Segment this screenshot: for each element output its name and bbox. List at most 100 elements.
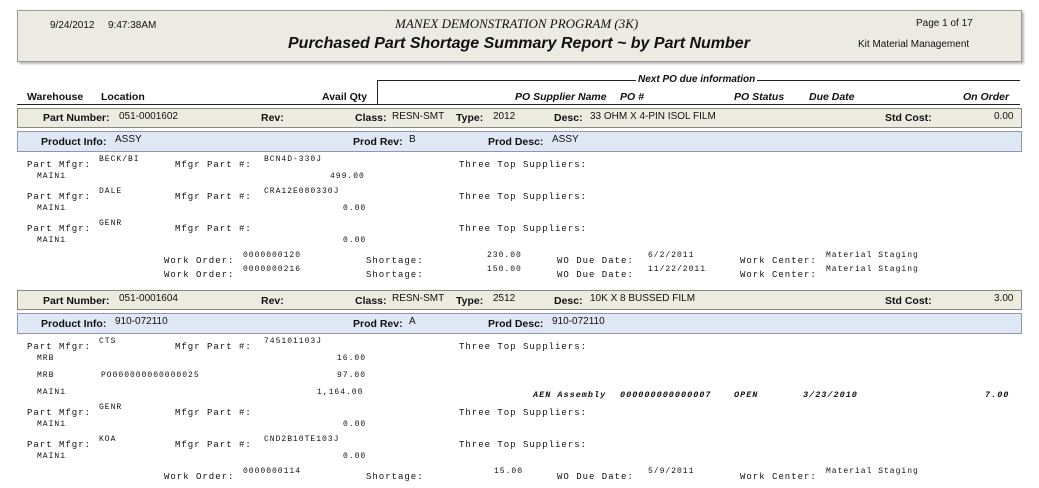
part-mfgr-label: Part Mfgr: [27,224,92,234]
wo-due-label: WO Due Date: [557,256,634,266]
work-center-label: Work Center: [740,472,817,482]
page-number: Page 1 of 17 [916,18,973,29]
mfgr-part-value: BCN4D-330J [264,155,323,164]
type-label: Type: [456,295,484,307]
col-po-status: PO Status [734,91,785,103]
prod-rev-label: Prod Rev: [353,136,403,148]
wo-due-label: WO Due Date: [557,270,634,280]
three-top-suppliers-label: Three Top Suppliers: [459,160,588,170]
product-info-value: ASSY [115,134,142,145]
prod-rev-value: A [409,316,416,327]
part-mfgr-label: Part Mfgr: [27,342,92,352]
col-avail-qty: Avail Qty [322,91,368,103]
type-label: Type: [456,112,484,124]
shortage-value: 15.00 [494,467,524,476]
std-cost-value: 0.00 [994,111,1014,122]
col-warehouse: Warehouse [27,91,84,103]
avail-qty-value: 1,164.00 [317,388,364,397]
warehouse-value: MAIN1 [37,204,67,213]
shortage-value: 150.00 [487,265,522,274]
part-mfgr-label: Part Mfgr: [27,408,92,418]
module-name: Kit Material Management [858,39,970,50]
part-number-label: Part Number: [43,112,110,124]
mfgr-part-label: Mfgr Part #: [175,408,252,418]
three-top-suppliers-label: Three Top Suppliers: [459,408,588,418]
three-top-suppliers-label: Three Top Suppliers: [459,342,588,352]
part-mfgr-value: BECK/BI [99,155,140,164]
part-mfgr-value: CTS [99,337,117,346]
po-group-tick [377,80,378,104]
desc-label: Desc: [554,112,583,124]
prod-desc-value: 910-072110 [552,316,605,327]
mfgr-part-value: CND2B10TE103J [264,435,340,444]
wo-due-label: WO Due Date: [557,472,634,482]
desc-label: Desc: [554,295,583,307]
on-order-value: 7.00 [985,390,1010,400]
part-mfgr-label: Part Mfgr: [27,440,92,450]
three-top-suppliers-label: Three Top Suppliers: [459,192,588,202]
warehouse-value: MAIN1 [37,236,67,245]
part-mfgr-label: Part Mfgr: [27,192,92,202]
po-due-value: 3/23/2010 [803,390,858,400]
type-value: 2512 [493,293,516,304]
desc-value: 10K X 8 BUSSED FILM [590,293,696,304]
prod-rev-value: B [409,134,416,145]
work-center-value: Material Staging [826,467,919,476]
work-order-label: Work Order: [164,256,235,266]
product-info-label: Product Info: [41,136,107,148]
desc-value: 33 OHM X 4-PIN ISOL FILM [590,111,716,122]
report-title: Purchased Part Shortage Summary Report ~… [288,35,750,52]
warehouse-value: MAIN1 [37,420,67,429]
col-due-date: Due Date [809,91,855,103]
class-value: RESN-SMT [392,111,445,122]
report-date: 9/24/2012 [50,20,95,31]
class-label: Class: [355,295,387,307]
prod-desc-label: Prod Desc: [488,318,544,330]
work-order-value: 0000000120 [243,251,302,260]
po-number-value: 000000000000007 [620,390,712,400]
shortage-label: Shortage: [366,256,424,266]
part-mfgr-value: GENR [99,219,123,228]
warehouse-value: MRB [37,371,55,380]
work-center-label: Work Center: [740,256,817,266]
work-center-value: Material Staging [826,251,919,260]
work-order-label: Work Order: [164,472,235,482]
warehouse-value: MAIN1 [37,388,67,397]
three-top-suppliers-label: Three Top Suppliers: [459,224,588,234]
work-center-value: Material Staging [826,265,919,274]
part-mfgr-value: DALE [99,187,123,196]
part-mfgr-value: GENR [99,403,123,412]
avail-qty-value: 0.00 [343,204,367,213]
prod-desc-value: ASSY [552,134,579,145]
location-value: PO000000000000025 [101,371,200,380]
part-mfgr-value: KOA [99,435,117,444]
warehouse-value: MAIN1 [37,172,67,181]
shortage-label: Shortage: [366,270,424,280]
mfgr-part-label: Mfgr Part #: [175,192,252,202]
part-mfgr-label: Part Mfgr: [27,160,92,170]
class-label: Class: [355,112,387,124]
prod-rev-label: Prod Rev: [353,318,403,330]
std-cost-value: 3.00 [994,293,1014,304]
work-order-value: 0000000216 [243,265,302,274]
mfgr-part-value: 745101103J [264,337,323,346]
mfgr-part-value: CRA12E080330J [264,187,340,196]
avail-qty-value: 97.00 [337,371,367,380]
avail-qty-value: 16.00 [337,354,367,363]
part-number-value: 051-0001602 [119,111,178,122]
company-name: MANEX DEMONSTRATION PROGRAM (3K) [395,16,639,31]
po-supplier-value: AEN Assembly [533,390,607,400]
rev-label: Rev: [261,295,284,307]
col-on-order: On Order [963,91,1010,103]
shortage-value: 230.00 [487,251,522,260]
po-status-value: OPEN [734,390,759,400]
warehouse-value: MAIN1 [37,452,67,461]
col-location: Location [101,91,145,103]
mfgr-part-label: Mfgr Part #: [175,440,252,450]
rev-label: Rev: [261,112,284,124]
product-info-value: 910-072110 [115,316,168,327]
avail-qty-value: 0.00 [343,420,367,429]
col-po-supplier: PO Supplier Name [515,91,607,103]
report-time: 9:47:38AM [108,20,157,31]
work-order-value: 0000000114 [243,467,302,476]
